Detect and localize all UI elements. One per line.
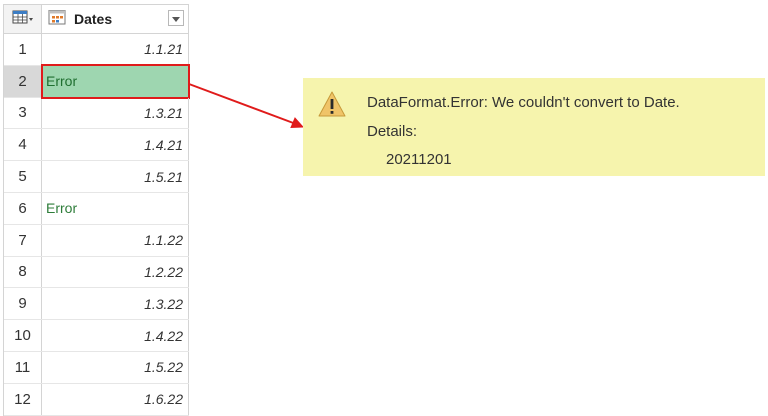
details-label: Details:	[367, 123, 418, 140]
warning-icon	[317, 90, 347, 123]
error-tooltip: DataFormat.Error: We couldn't convert to…	[303, 78, 765, 176]
callout-arrow	[188, 83, 305, 129]
details-value: 20211201	[386, 151, 452, 168]
error-message: DataFormat.Error: We couldn't convert to…	[367, 94, 680, 111]
